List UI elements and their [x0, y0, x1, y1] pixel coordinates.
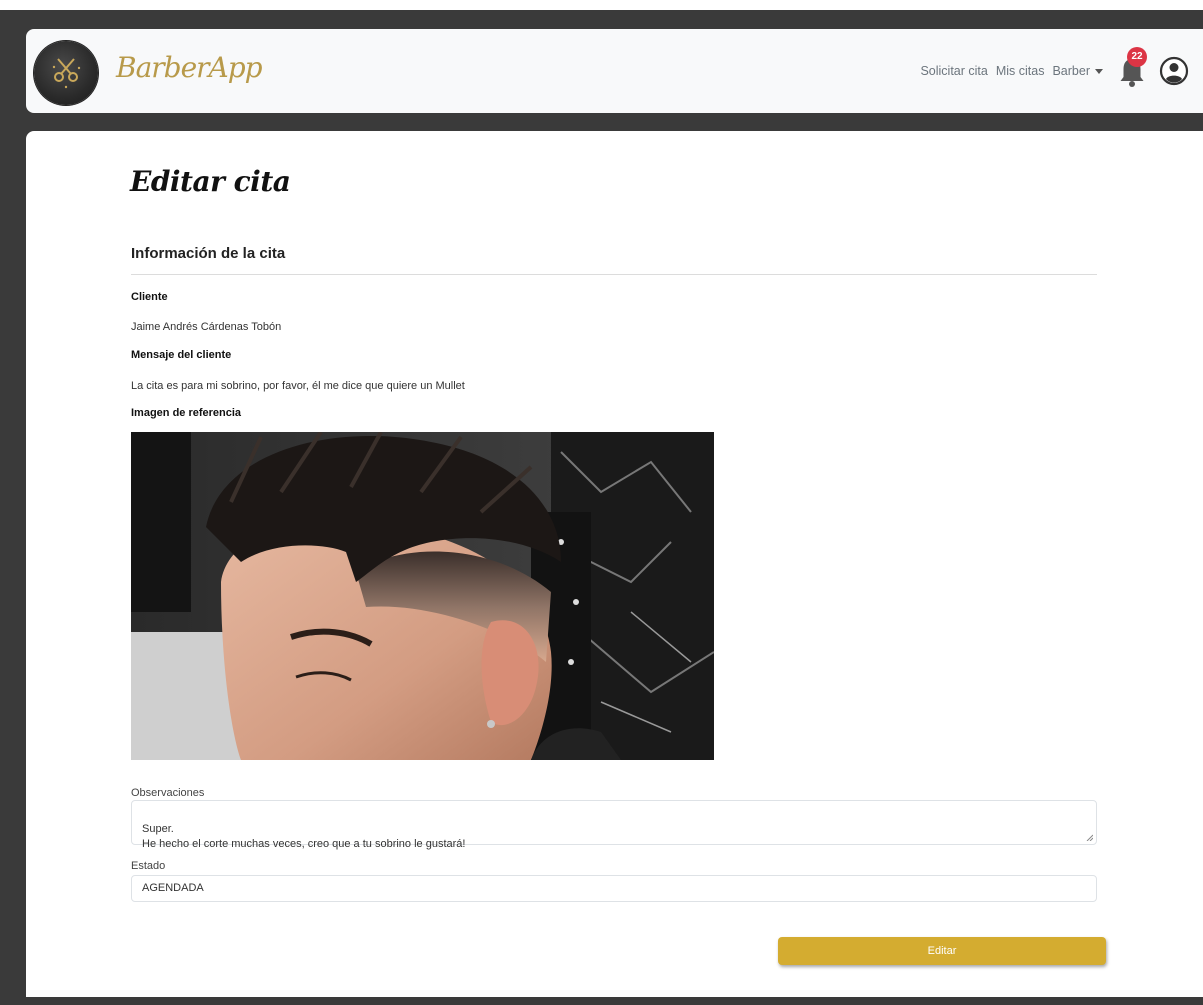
observations-textarea[interactable]: Super. He hecho el corte muchas veces, c… [131, 800, 1097, 850]
observations-text: Super. He hecho el corte muchas veces, c… [142, 823, 466, 850]
reference-image-label: Imagen de referencia [131, 407, 242, 419]
nav-request-appointment[interactable]: Solicitar cita [920, 64, 987, 78]
client-label: Cliente [131, 291, 168, 303]
client-message-label: Mensaje del cliente [131, 349, 232, 361]
client-name: Jaime Andrés Cárdenas Tobón [131, 321, 282, 333]
nav-role-dropdown[interactable]: Barber [1052, 64, 1103, 78]
page-title: Editar cita [130, 165, 291, 198]
reference-image [131, 432, 714, 760]
caret-down-icon [1095, 69, 1103, 74]
section-divider [131, 274, 1097, 275]
resize-handle-icon[interactable] [1086, 834, 1093, 841]
observations-label: Observaciones [131, 787, 205, 799]
nav-my-appointments[interactable]: Mis citas [996, 64, 1045, 78]
logo-icon[interactable] [34, 41, 98, 105]
status-field[interactable]: AGENDADA [131, 875, 1097, 902]
client-message: La cita es para mi sobrino, por favor, é… [131, 380, 465, 392]
top-strip [0, 0, 1203, 10]
nav-links: Solicitar cita Mis citas Barber 22 [920, 47, 1189, 93]
edit-appointment-card: Editar cita Información de la cita Clien… [26, 131, 1203, 997]
brand-name[interactable]: BarberApp [116, 51, 263, 91]
edit-button[interactable]: Editar [778, 937, 1106, 965]
user-profile-icon[interactable] [1159, 56, 1189, 86]
status-label: Estado [131, 860, 166, 872]
section-title: Información de la cita [131, 245, 286, 262]
notifications-button[interactable]: 22 [1119, 47, 1147, 89]
notification-badge: 22 [1127, 47, 1147, 67]
nav-role-label: Barber [1052, 64, 1090, 78]
navbar: BarberApp Solicitar cita Mis citas Barbe… [26, 29, 1203, 113]
